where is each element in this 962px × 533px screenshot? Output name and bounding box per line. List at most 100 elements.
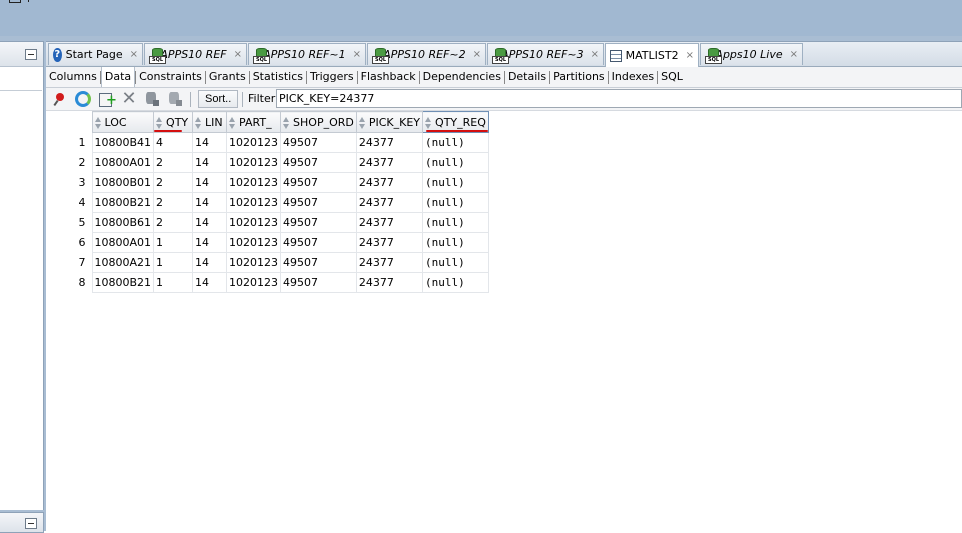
grid-cell[interactable]: 1020123: [226, 252, 282, 273]
grid-cell[interactable]: 1: [153, 232, 194, 253]
close-tab-icon[interactable]: ×: [790, 49, 798, 60]
subtab-partitions[interactable]: Partitions: [550, 67, 608, 87]
grid-cell[interactable]: 14: [192, 152, 228, 173]
grid-cell[interactable]: 10800B21: [91, 272, 155, 293]
grid-cell[interactable]: 14: [192, 272, 228, 293]
grid-cell[interactable]: 1020123: [226, 272, 282, 293]
tab-matlist2[interactable]: MATLIST2 ×: [605, 43, 699, 67]
grid-cell[interactable]: (null): [422, 212, 490, 233]
grid-cell[interactable]: (null): [422, 132, 490, 153]
rollback-icon[interactable]: [167, 91, 183, 107]
grid-cell[interactable]: 10800A21: [91, 252, 155, 273]
grid-cell[interactable]: (null): [422, 172, 490, 193]
grid-cell[interactable]: (null): [422, 232, 490, 253]
grid-cell[interactable]: (null): [422, 272, 490, 293]
table-row[interactable]: 3 10800B01 2 14 1020123 49507 24377 (null): [46, 172, 490, 193]
tab-apps10-ref[interactable]: SQL APPS10 REF ×: [144, 43, 247, 65]
filter-input[interactable]: [276, 89, 962, 108]
insert-row-icon[interactable]: [98, 91, 117, 107]
grid-cell[interactable]: 24377: [355, 172, 424, 193]
grid-cell[interactable]: 49507: [280, 272, 357, 293]
tab-start-page[interactable]: ? Start Page ×: [48, 43, 143, 65]
column-header-lin[interactable]: LIN: [192, 111, 228, 133]
grid-cell[interactable]: 4: [153, 132, 194, 153]
grid-cell[interactable]: 2: [153, 212, 194, 233]
grid-cell[interactable]: 2: [153, 192, 194, 213]
tab-apps10-live[interactable]: SQL Apps10 Live ×: [700, 43, 803, 65]
grid-cell[interactable]: 49507: [280, 212, 357, 233]
grid-cell[interactable]: 14: [192, 172, 228, 193]
grid-cell[interactable]: 14: [192, 232, 228, 253]
column-header-shop-ord[interactable]: SHOP_ORD: [280, 111, 357, 133]
sort-arrows-icon[interactable]: [229, 116, 236, 129]
subtab-indexes[interactable]: Indexes: [609, 67, 657, 87]
grid-cell[interactable]: 24377: [355, 252, 424, 273]
grid-cell[interactable]: 24377: [355, 132, 424, 153]
minimize-icon[interactable]: [25, 518, 37, 529]
grid-cell[interactable]: 1020123: [226, 132, 282, 153]
grid-cell[interactable]: 49507: [280, 152, 357, 173]
grid-cell[interactable]: 14: [192, 192, 228, 213]
grid-cell[interactable]: 1: [153, 272, 194, 293]
subtab-data[interactable]: Data: [100, 67, 136, 87]
grid-cell[interactable]: 14: [192, 132, 228, 153]
sort-arrows-icon[interactable]: [156, 116, 163, 129]
grid-cell[interactable]: 24377: [355, 192, 424, 213]
grid-cell[interactable]: 49507: [280, 132, 357, 153]
tab-apps10-ref-1[interactable]: SQL APPS10 REF~1 ×: [248, 43, 366, 65]
close-tab-icon[interactable]: ×: [591, 49, 599, 60]
subtab-grants[interactable]: Grants: [206, 67, 249, 87]
column-header-part-[interactable]: PART_: [226, 111, 282, 133]
grid-cell[interactable]: 2: [153, 172, 194, 193]
grid-cell[interactable]: (null): [422, 252, 490, 273]
table-row[interactable]: 8 10800B21 1 14 1020123 49507 24377 (null): [46, 272, 490, 293]
grid-cell[interactable]: 24377: [355, 212, 424, 233]
grid-cell[interactable]: 10800B21: [91, 192, 155, 213]
sort-arrows-icon[interactable]: [94, 116, 102, 129]
subtab-triggers[interactable]: Triggers: [307, 67, 357, 87]
grid-cell[interactable]: 49507: [280, 252, 357, 273]
grid-cell[interactable]: 10800B41: [91, 132, 155, 153]
grid-cell[interactable]: 49507: [280, 192, 357, 213]
subtab-dependencies[interactable]: Dependencies: [420, 67, 504, 87]
grid-cell[interactable]: 10800B01: [91, 172, 155, 193]
grid-cell[interactable]: 49507: [280, 232, 357, 253]
grid-cell[interactable]: 10800A01: [91, 232, 155, 253]
sort-arrows-icon[interactable]: [358, 116, 366, 129]
table-row[interactable]: 6 10800A01 1 14 1020123 49507 24377 (null): [46, 232, 490, 253]
close-tab-icon[interactable]: ×: [473, 49, 481, 60]
column-header-loc[interactable]: LOC: [91, 111, 155, 133]
tab-apps10-ref-3[interactable]: SQL APPS10 REF~3 ×: [487, 43, 604, 65]
grid-cell[interactable]: 1020123: [226, 192, 282, 213]
subtab-constraints[interactable]: Constraints: [136, 67, 205, 87]
grid-cell[interactable]: 2: [153, 152, 194, 173]
sort-arrows-icon[interactable]: [425, 116, 432, 129]
subtab-statistics[interactable]: Statistics: [250, 67, 306, 87]
subtab-columns[interactable]: Columns: [46, 67, 100, 87]
table-row[interactable]: 5 10800B61 2 14 1020123 49507 24377 (null): [46, 212, 490, 233]
grid-cell[interactable]: 10800A01: [91, 152, 155, 173]
table-row[interactable]: 2 10800A01 2 14 1020123 49507 24377 (null): [46, 152, 490, 173]
grid-cell[interactable]: 24377: [355, 232, 424, 253]
close-tab-icon[interactable]: ×: [686, 50, 694, 61]
close-tab-icon[interactable]: ×: [234, 49, 242, 60]
grid-cell[interactable]: 24377: [355, 272, 424, 293]
sort-arrows-icon[interactable]: [195, 116, 202, 129]
grid-cell[interactable]: 49507: [280, 172, 357, 193]
grid-cell[interactable]: 1020123: [226, 172, 282, 193]
tab-apps10-ref-2[interactable]: SQL APPS10 REF~2 ×: [367, 43, 486, 65]
pin-icon[interactable]: [53, 91, 69, 107]
grid-cell[interactable]: 1020123: [226, 232, 282, 253]
close-tab-icon[interactable]: ×: [130, 49, 138, 60]
minimize-icon[interactable]: [25, 49, 37, 60]
grid-cell[interactable]: 1020123: [226, 152, 282, 173]
delete-row-icon[interactable]: ✕: [121, 90, 137, 108]
grid-cell[interactable]: 14: [192, 252, 228, 273]
close-tab-icon[interactable]: ×: [353, 49, 361, 60]
table-row[interactable]: 1 10800B41 4 14 1020123 49507 24377 (null): [46, 132, 490, 153]
subtab-flashback[interactable]: Flashback: [358, 67, 419, 87]
subtab-sql[interactable]: SQL: [658, 67, 686, 87]
table-row[interactable]: 7 10800A21 1 14 1020123 49507 24377 (null): [46, 252, 490, 273]
grid-cell[interactable]: 14: [192, 212, 228, 233]
table-row[interactable]: 4 10800B21 2 14 1020123 49507 24377 (null): [46, 192, 490, 213]
